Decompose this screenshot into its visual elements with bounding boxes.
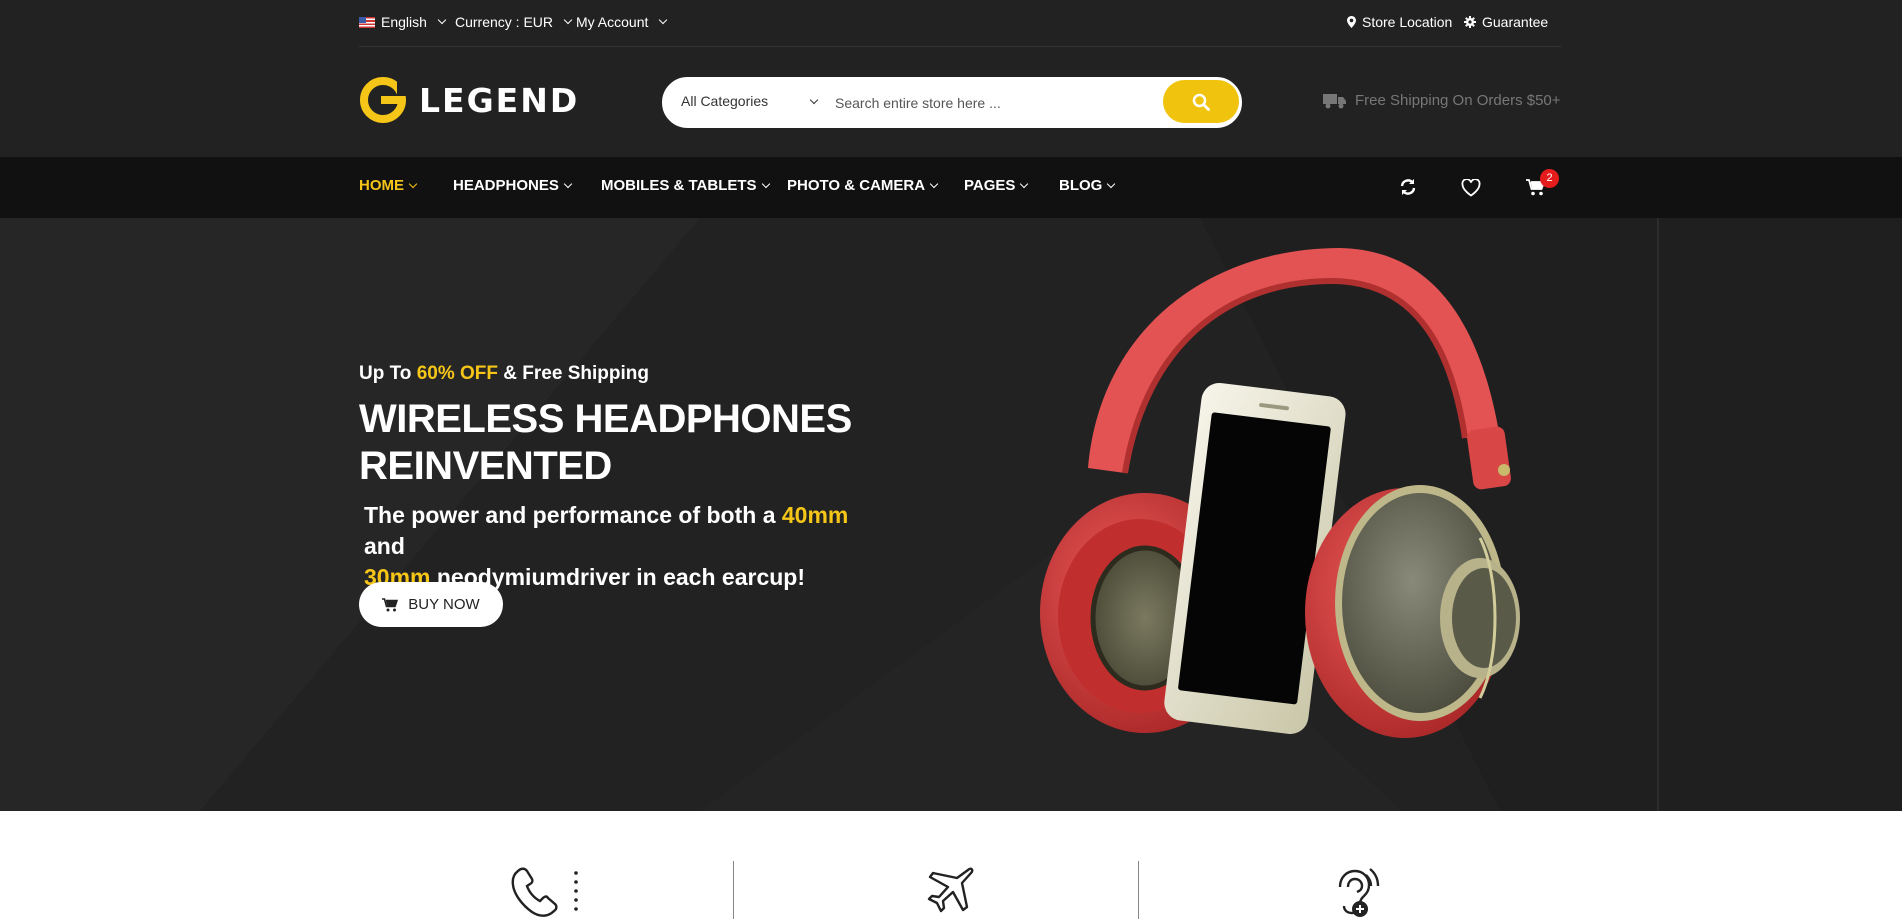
headphones-image: [1040, 248, 1520, 738]
compare-icon[interactable]: [1399, 178, 1417, 196]
cart-icon: [382, 597, 399, 611]
hero-description: The power and performance of both a 40mm…: [364, 500, 884, 593]
chevron-down-icon: [563, 15, 573, 25]
category-select[interactable]: All Categories: [681, 93, 768, 109]
chevron-down-icon: [929, 179, 939, 188]
nav-item-pages[interactable]: PAGES: [964, 177, 1029, 194]
free-shipping-text: Free Shipping On Orders $50+: [1355, 92, 1561, 109]
gear-icon: [1464, 16, 1476, 28]
hero-title: WIRELESS HEADPHONES REINVENTED: [359, 396, 899, 490]
hero-title-line2: REINVENTED: [359, 444, 612, 488]
guarantee-label: Guarantee: [1482, 14, 1549, 30]
header-divider: [359, 46, 1561, 47]
hero-sub-suffix: & Free Shipping: [498, 363, 649, 384]
nav-item-label: BLOG: [1059, 177, 1103, 194]
hero-desc-part: and: [364, 533, 405, 559]
nav-item-photo-camera[interactable]: PHOTO & CAMERA: [787, 177, 939, 194]
us-flag-icon: [359, 16, 375, 28]
buy-now-label: BUY NOW: [408, 596, 480, 613]
search-input[interactable]: [833, 88, 1167, 118]
heart-icon[interactable]: [1461, 179, 1481, 197]
nav-item-label: PHOTO & CAMERA: [787, 177, 926, 194]
currency-selector[interactable]: Currency : EUR: [455, 14, 573, 30]
feature-divider: [1138, 861, 1139, 919]
truck-icon: [1323, 93, 1346, 108]
chevron-down-icon: [1107, 179, 1116, 188]
chevron-down-icon: [809, 95, 819, 105]
logo-text: LEGEND: [419, 80, 580, 120]
nav-item-label: HEADPHONES: [453, 177, 559, 194]
hero-banner: Up To 60% OFF & Free Shipping WIRELESS H…: [0, 218, 1902, 811]
nav-item-label: HOME: [359, 177, 404, 194]
hero-title-line1: WIRELESS HEADPHONES: [359, 397, 852, 441]
cart-count-badge: 2: [1540, 169, 1559, 188]
nav-item-blog[interactable]: BLOG: [1059, 177, 1116, 194]
account-menu[interactable]: My Account: [576, 14, 668, 30]
hero-sub-prefix: Up To: [359, 363, 417, 384]
nav-item-label: PAGES: [964, 177, 1016, 194]
language-selector[interactable]: English: [359, 14, 447, 30]
free-shipping-notice: Free Shipping On Orders $50+: [1323, 92, 1561, 109]
main-nav: [0, 157, 1902, 218]
features-strip: [0, 811, 1902, 919]
feature-divider: [733, 861, 734, 919]
map-pin-icon: [1347, 16, 1356, 28]
account-label: My Account: [576, 14, 649, 30]
store-location-link[interactable]: Store Location: [1347, 14, 1452, 30]
hero-sub-highlight: 60% OFF: [416, 363, 498, 384]
nav-item-mobiles-tablets[interactable]: MOBILES & TABLETS: [601, 177, 770, 194]
phone-support-icon: [511, 867, 578, 917]
buy-now-button[interactable]: BUY NOW: [359, 582, 503, 627]
chevron-down-icon: [563, 179, 573, 188]
hearing-icon: [1338, 868, 1380, 917]
store-location-label: Store Location: [1362, 14, 1453, 30]
search-icon: [1192, 93, 1210, 111]
hero-desc-highlight: 40mm: [781, 502, 849, 528]
hero-background: [0, 218, 1902, 811]
nav-item-label: MOBILES & TABLETS: [601, 177, 757, 194]
guarantee-link[interactable]: Guarantee: [1464, 14, 1548, 30]
nav-item-home[interactable]: HOME: [359, 177, 418, 194]
hero-desc-part: The power and performance of both a: [364, 502, 782, 528]
nav-item-headphones[interactable]: HEADPHONES: [453, 177, 573, 194]
airplane-icon: [927, 867, 974, 913]
search-button[interactable]: [1163, 80, 1239, 123]
hero-subheading: Up To 60% OFF & Free Shipping: [359, 363, 649, 385]
language-label: English: [381, 14, 427, 30]
logo-mark-icon: [360, 77, 407, 123]
chevron-down-icon: [1020, 179, 1029, 188]
chevron-down-icon: [659, 15, 668, 25]
chevron-down-icon: [761, 179, 770, 188]
currency-label: Currency : EUR: [455, 14, 554, 30]
site-logo[interactable]: LEGEND: [359, 76, 579, 124]
chevron-down-icon: [437, 15, 447, 25]
chevron-down-icon: [408, 179, 418, 188]
search-bar: All Categories: [662, 77, 1242, 128]
